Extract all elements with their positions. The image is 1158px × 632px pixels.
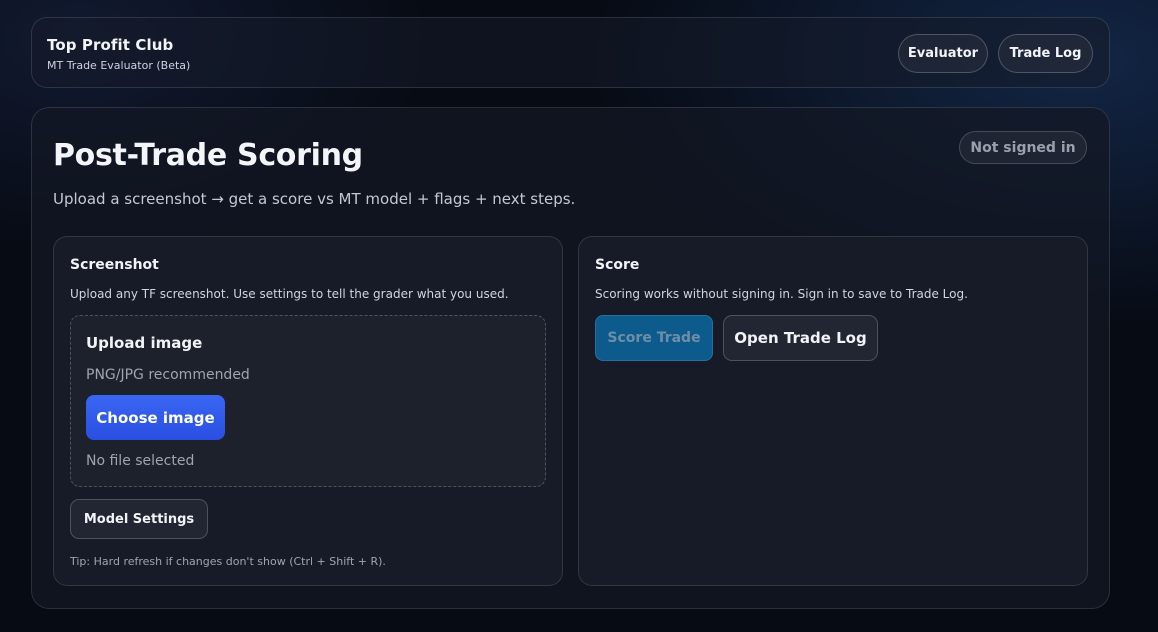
score-card-title: Score	[595, 257, 640, 273]
score-card-description: Scoring works without signing in. Sign i…	[595, 287, 968, 301]
model-settings-button[interactable]: Model Settings	[70, 499, 208, 539]
score-card: Score Scoring works without signing in. …	[578, 236, 1088, 586]
choose-image-button[interactable]: Choose image	[86, 395, 225, 440]
page-subtitle: Upload a screenshot → get a score vs MT …	[53, 190, 576, 208]
open-trade-log-button[interactable]: Open Trade Log	[723, 315, 878, 361]
brand-title: Top Profit Club	[47, 36, 174, 54]
screenshot-card: Screenshot Upload any TF screenshot. Use…	[53, 236, 563, 586]
screenshot-card-title: Screenshot	[70, 257, 159, 273]
nav-trade-log-button[interactable]: Trade Log	[998, 34, 1093, 73]
main-panel: Post-Trade Scoring Upload a screenshot →…	[31, 107, 1110, 609]
file-status: No file selected	[86, 453, 195, 469]
brand-subtitle: MT Trade Evaluator (Beta)	[47, 59, 191, 72]
nav-evaluator-button[interactable]: Evaluator	[898, 34, 988, 73]
refresh-tip: Tip: Hard refresh if changes don't show …	[70, 555, 386, 568]
upload-dropzone[interactable]: Upload image PNG/JPG recommended Choose …	[70, 315, 546, 487]
top-bar: Top Profit Club MT Trade Evaluator (Beta…	[31, 17, 1110, 88]
score-trade-button[interactable]: Score Trade	[595, 315, 713, 361]
screenshot-card-description: Upload any TF screenshot. Use settings t…	[70, 287, 509, 301]
auth-status-badge: Not signed in	[959, 131, 1087, 164]
page-title: Post-Trade Scoring	[53, 138, 363, 173]
upload-title: Upload image	[86, 334, 203, 352]
upload-hint: PNG/JPG recommended	[86, 367, 250, 383]
